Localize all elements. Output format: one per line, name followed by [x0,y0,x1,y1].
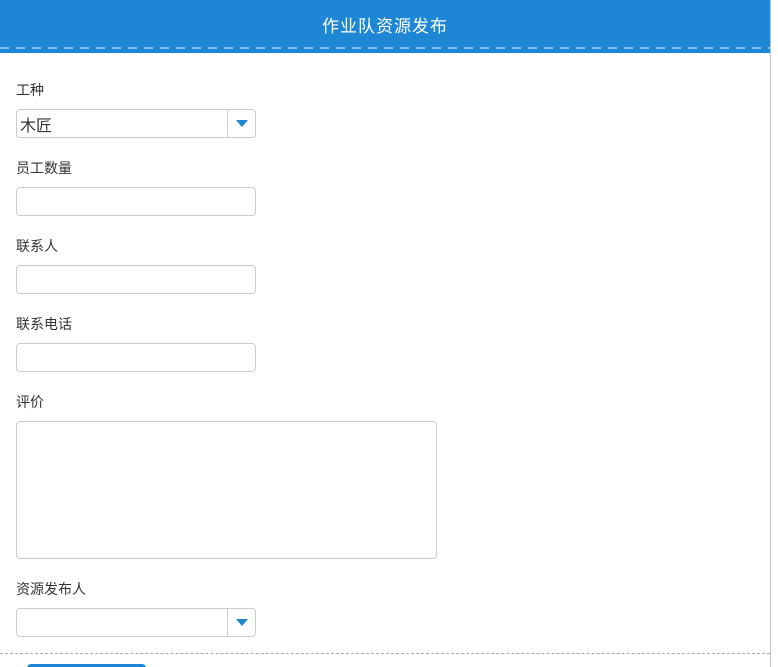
resource-form: 工种 木匠 员工数量 联系人 联系电话 评价 资源发布人 [0,53,770,637]
employee-count-input[interactable] [16,187,256,216]
chevron-down-icon [235,619,248,626]
evaluation-label: 评价 [16,394,44,410]
publisher-select[interactable] [16,608,256,637]
chevron-down-icon [235,120,248,127]
field-group-contact-person: 联系人 [16,236,770,294]
worktype-label: 工种 [16,82,44,98]
field-group-publisher: 资源发布人 [16,579,770,637]
publisher-select-value [17,609,227,636]
contact-phone-input[interactable] [16,343,256,372]
worktype-select-arrow[interactable] [227,110,255,137]
contact-person-label: 联系人 [16,238,58,254]
footer: 提交 [0,654,770,667]
header-dashed-divider [0,47,770,49]
employee-count-label: 员工数量 [16,160,72,176]
contact-phone-label: 联系电话 [16,316,72,332]
page: 作业队资源发布 工种 木匠 员工数量 联系人 联系电话 评价 资源发布人 [0,0,771,667]
worktype-select[interactable]: 木匠 [16,109,256,138]
field-group-employee-count: 员工数量 [16,158,770,216]
field-group-contact-phone: 联系电话 [16,314,770,372]
field-group-worktype: 工种 木匠 [16,80,770,138]
publisher-label: 资源发布人 [16,581,86,597]
contact-person-input[interactable] [16,265,256,294]
worktype-select-value: 木匠 [20,117,53,135]
header: 作业队资源发布 [0,0,770,53]
page-title: 作业队资源发布 [322,17,448,36]
field-group-evaluation: 评价 [16,392,770,559]
evaluation-textarea[interactable] [16,421,437,559]
publisher-select-arrow[interactable] [227,609,255,636]
